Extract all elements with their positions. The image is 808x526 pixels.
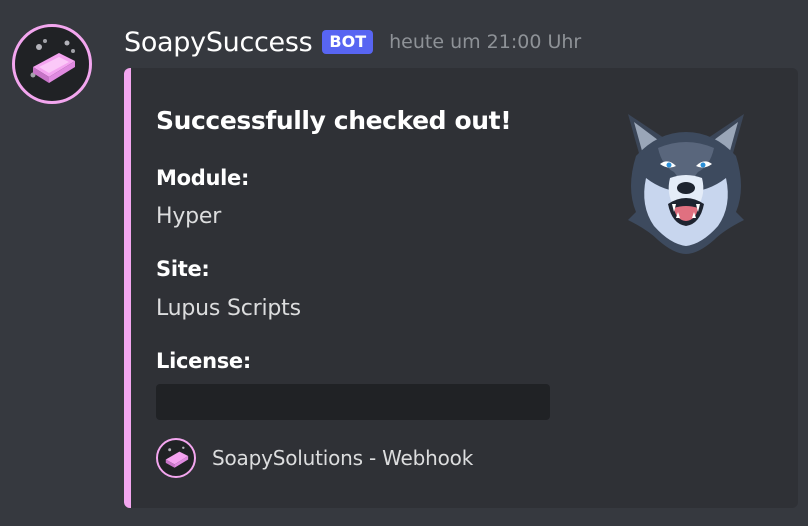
soap-bar-icon [165, 446, 189, 468]
license-redacted-block [156, 384, 550, 420]
username[interactable]: SoapySuccess [124, 27, 313, 58]
embed-card: Successfully checked out! Module: Hyper … [124, 68, 798, 508]
embed-thumbnail[interactable] [618, 108, 754, 258]
wolf-head-icon [628, 114, 744, 254]
field-value-module: Hyper [156, 204, 222, 229]
footer-avatar [156, 438, 196, 478]
field-name-license: License: [156, 349, 251, 373]
chat-message: SoapySuccess BOT heute um 21:00 Uhr Succ… [0, 0, 808, 526]
field-name-site: Site: [156, 257, 210, 281]
embed-title: Successfully checked out! [156, 106, 512, 135]
field-value-site: Lupus Scripts [156, 296, 301, 321]
message-timestamp[interactable]: heute um 21:00 Uhr [389, 31, 581, 53]
message-header: SoapySuccess BOT heute um 21:00 Uhr [124, 24, 581, 60]
field-name-module: Module: [156, 166, 250, 190]
footer-text: SoapySolutions - Webhook [212, 446, 474, 470]
bot-badge: BOT [322, 30, 374, 54]
bot-avatar[interactable] [12, 24, 92, 104]
embed-footer: SoapySolutions - Webhook [156, 438, 473, 478]
embed-accent-bar [124, 68, 131, 508]
soap-bar-icon [30, 39, 75, 83]
